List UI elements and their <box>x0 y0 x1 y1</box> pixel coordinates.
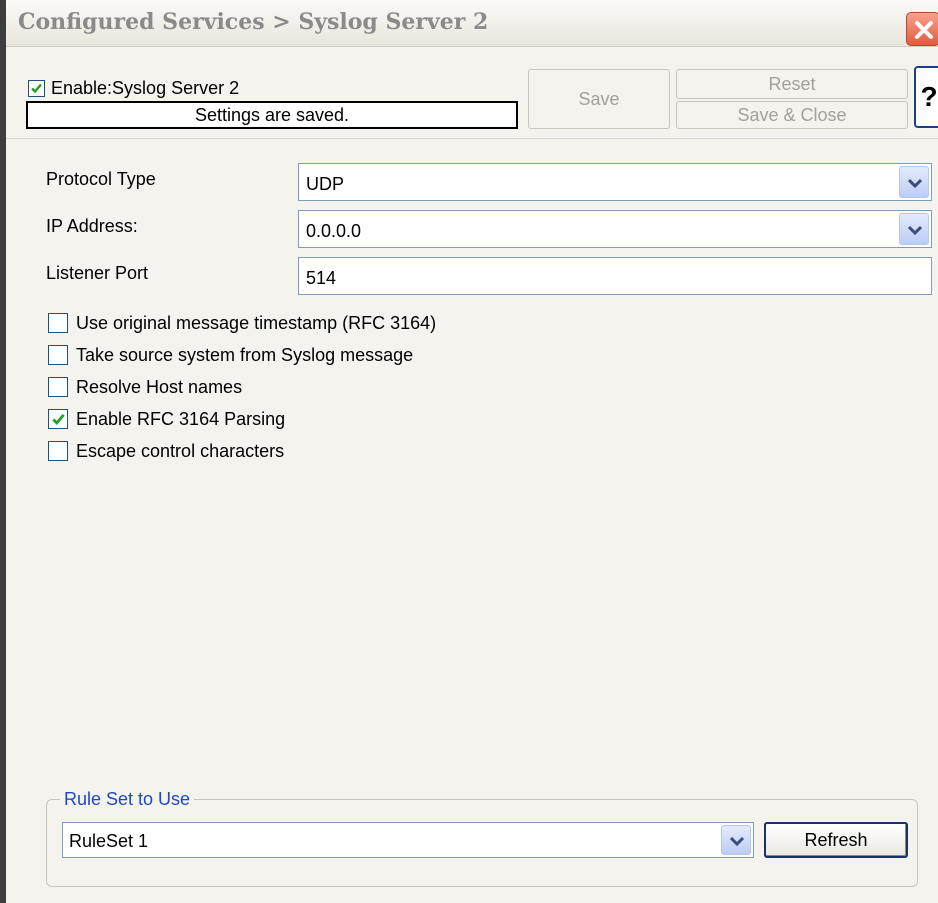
close-button[interactable] <box>906 12 938 46</box>
checkbox[interactable] <box>48 441 68 461</box>
enable-service-toggle[interactable]: Enable:Syslog Server 2 <box>28 77 239 99</box>
enable-checkbox[interactable] <box>28 79 45 97</box>
option-source-system[interactable]: Take source system from Syslog message <box>48 343 413 367</box>
ruleset-dropdown-button[interactable] <box>721 825 751 855</box>
toolbar-divider <box>6 138 938 139</box>
protocol-type-value: UDP <box>306 174 345 194</box>
option-label: Take source system from Syslog message <box>76 345 414 365</box>
save-button[interactable]: Save <box>528 69 670 129</box>
option-label: Escape control characters <box>76 441 285 461</box>
ip-address-label: IP Address: <box>46 216 138 236</box>
ruleset-value: RuleSet 1 <box>69 831 149 851</box>
checkmark-icon <box>52 413 65 425</box>
chevron-down-icon <box>730 836 744 846</box>
checkbox[interactable] <box>48 345 68 365</box>
protocol-type-label: Protocol Type <box>46 168 156 190</box>
option-resolve-hostnames[interactable]: Resolve Host names <box>48 375 242 399</box>
protocol-type-label-text: Protocol Type <box>46 169 156 189</box>
chevron-down-icon <box>908 178 922 188</box>
enable-label: Enable:Syslog Server 2 <box>51 78 240 98</box>
option-escape-control-chars[interactable]: Escape control characters <box>48 439 284 463</box>
title-bar: Configured Services > Syslog Server 2 <box>6 0 938 47</box>
save-close-button[interactable]: Save & Close <box>676 101 908 129</box>
window-title: Configured Services > Syslog Server 2 <box>18 9 489 35</box>
option-rfc3164-parsing[interactable]: Enable RFC 3164 Parsing <box>48 407 285 431</box>
protocol-type-dropdown-button[interactable] <box>899 166 929 198</box>
status-message: Settings are saved. <box>26 101 518 129</box>
chevron-down-icon <box>908 225 922 235</box>
listener-port-input[interactable]: 514 <box>298 257 932 295</box>
option-label: Resolve Host names <box>76 377 243 397</box>
protocol-type-select[interactable]: UDP <box>298 163 932 201</box>
checkbox[interactable] <box>48 377 68 397</box>
reset-button[interactable]: Reset <box>676 69 908 99</box>
checkmark-icon <box>31 83 42 93</box>
help-button[interactable]: ? <box>914 66 938 128</box>
close-icon <box>915 21 933 39</box>
listener-port-value: 514 <box>306 268 337 288</box>
option-label: Use original message timestamp (RFC 3164… <box>76 313 437 333</box>
checkbox[interactable] <box>48 409 68 429</box>
ruleset-select[interactable]: RuleSet 1 <box>62 822 754 858</box>
checkbox[interactable] <box>48 313 68 333</box>
ruleset-group-label: Rule Set to Use <box>60 788 195 810</box>
ip-address-select[interactable]: 0.0.0.0 <box>298 210 932 248</box>
ip-address-value: 0.0.0.0 <box>306 221 362 241</box>
option-original-timestamp[interactable]: Use original message timestamp (RFC 3164… <box>48 311 436 335</box>
listener-port-label: Listener Port <box>46 263 149 283</box>
ip-address-dropdown-button[interactable] <box>899 213 929 245</box>
option-label: Enable RFC 3164 Parsing <box>76 409 286 429</box>
refresh-button[interactable]: Refresh <box>764 822 908 858</box>
